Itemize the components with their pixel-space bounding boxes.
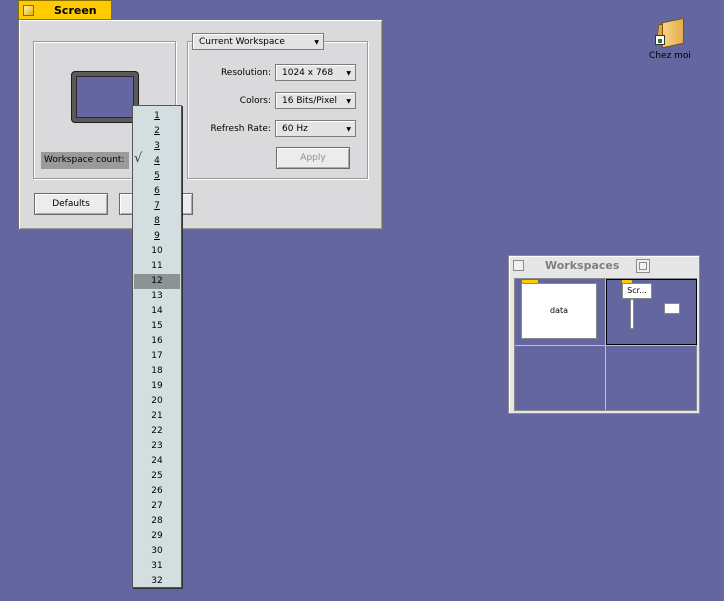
menu-item[interactable]: 28 <box>134 514 180 529</box>
workspace-count-label[interactable]: Workspace count: <box>41 152 129 169</box>
menu-item[interactable]: 8 <box>134 214 180 229</box>
menu-item[interactable]: 14 <box>134 304 180 319</box>
monitor-icon <box>71 71 139 123</box>
menu-item[interactable]: 29 <box>134 529 180 544</box>
colors-value: 16 Bits/Pixel <box>282 96 338 106</box>
menu-item[interactable]: 30 <box>134 544 180 559</box>
menu-item[interactable]: 5 <box>134 169 180 184</box>
refresh-rate-value: 60 Hz <box>282 124 308 134</box>
apply-button[interactable]: Apply <box>276 147 350 169</box>
menu-item[interactable]: 26 <box>134 484 180 499</box>
close-icon[interactable] <box>23 5 34 16</box>
menu-item[interactable]: 2 <box>134 124 180 139</box>
menu-item[interactable]: 18 <box>134 364 180 379</box>
menu-item[interactable]: 16 <box>134 334 180 349</box>
screen-window: Workspace count: Current Workspace ▼ Res… <box>18 19 383 230</box>
menu-item[interactable]: 9 <box>134 229 180 244</box>
home-folder-label: Chez moi <box>649 51 691 61</box>
workspace-grid[interactable]: data Scr... <box>514 278 697 411</box>
colors-dropdown[interactable]: 16 Bits/Pixel ▼ <box>275 92 356 109</box>
mini-window-menu <box>630 299 634 329</box>
menu-item[interactable]: 13 <box>134 289 180 304</box>
home-folder-icon <box>655 17 685 49</box>
menu-item[interactable]: 1 <box>134 109 180 124</box>
menu-item-highlighted[interactable]: 12 <box>134 274 180 289</box>
resolution-dropdown[interactable]: 1024 x 768 ▼ <box>275 64 356 81</box>
screen-window-tab[interactable]: Screen <box>18 0 112 19</box>
menu-item[interactable]: 24 <box>134 454 180 469</box>
zoom-icon[interactable] <box>636 259 650 273</box>
refresh-rate-dropdown[interactable]: 60 Hz ▼ <box>275 120 356 137</box>
chevron-down-icon: ▼ <box>346 98 351 105</box>
menu-item[interactable]: 19 <box>134 379 180 394</box>
menu-item[interactable]: 20 <box>134 394 180 409</box>
mini-window-small[interactable] <box>664 303 680 314</box>
menu-item[interactable]: 10 <box>134 244 180 259</box>
refresh-rate-label: Refresh Rate: <box>210 124 271 134</box>
mini-window-screen[interactable]: Scr... <box>622 283 652 299</box>
menu-item[interactable]: 21 <box>134 409 180 424</box>
grid-divider <box>515 345 696 346</box>
menu-item[interactable]: 15 <box>134 319 180 334</box>
defaults-button[interactable]: Defaults <box>34 193 108 215</box>
chevron-down-icon: ▼ <box>346 70 351 77</box>
workspaces-title: Workspaces <box>545 259 620 272</box>
workspace-count-menu: 1 2 3 4 5 6 7 8 9 10 11 12 13 14 15 16 1… <box>132 105 182 588</box>
menu-item[interactable]: 7 <box>134 199 180 214</box>
menu-item[interactable]: 23 <box>134 439 180 454</box>
menu-item[interactable]: 31 <box>134 559 180 574</box>
chevron-down-icon: ▼ <box>314 39 319 46</box>
home-folder[interactable]: Chez moi <box>640 17 700 61</box>
resolution-value: 1024 x 768 <box>282 68 334 78</box>
menu-item[interactable]: 11 <box>134 259 180 274</box>
close-icon[interactable] <box>513 260 524 271</box>
workspace-scope-dropdown[interactable]: Current Workspace ▼ <box>192 33 324 50</box>
mini-window-data[interactable]: data <box>521 283 597 339</box>
menu-item[interactable]: 27 <box>134 499 180 514</box>
workspace-scope-value: Current Workspace <box>199 37 285 47</box>
menu-item[interactable]: 22 <box>134 424 180 439</box>
window-title: Screen <box>54 4 97 17</box>
resolution-label: Resolution: <box>220 68 271 78</box>
checkmark-icon: √ <box>134 151 143 166</box>
menu-item[interactable]: 25 <box>134 469 180 484</box>
colors-label: Colors: <box>239 96 271 106</box>
chevron-down-icon: ▼ <box>346 126 351 133</box>
menu-item[interactable]: 6 <box>134 184 180 199</box>
menu-item[interactable]: 32 <box>134 574 180 589</box>
workspaces-window: Workspaces data Scr... <box>508 255 700 414</box>
menu-item[interactable]: 17 <box>134 349 180 364</box>
